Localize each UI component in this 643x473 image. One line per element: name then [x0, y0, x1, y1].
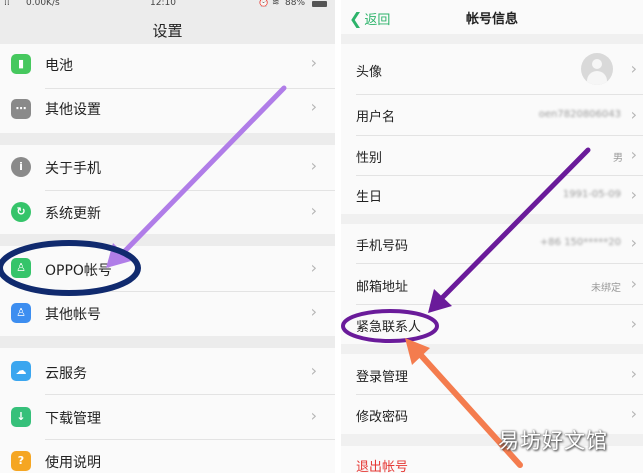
- annotation-arrow-left: [119, 85, 287, 257]
- annotation-overlay: [0, 85, 591, 468]
- annotation-highlight-left: [0, 240, 141, 296]
- annotation-arrow-right-purple: [437, 147, 591, 303]
- watermark: 易坊好文馆: [498, 429, 608, 453]
- annotation-highlight-right: [341, 309, 439, 343]
